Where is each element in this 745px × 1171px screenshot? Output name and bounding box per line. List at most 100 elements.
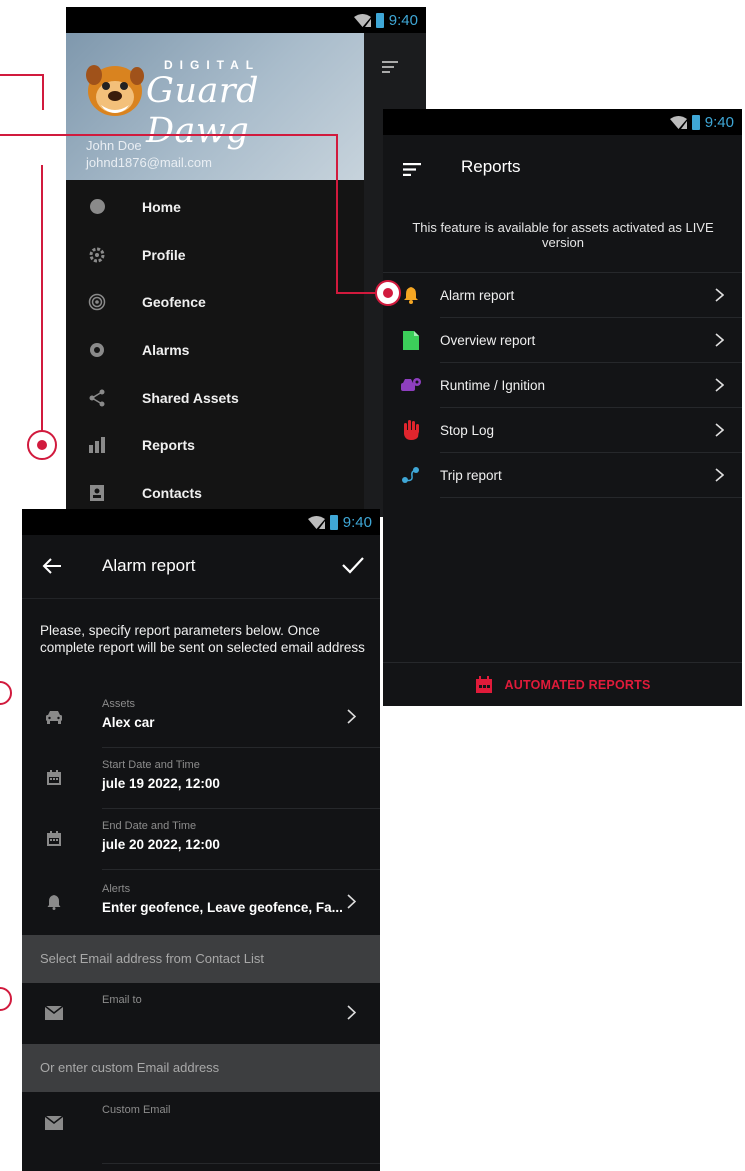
chevron-right-icon xyxy=(715,378,724,392)
chevron-right-icon xyxy=(715,288,724,302)
chevron-right-icon xyxy=(347,709,356,724)
bell-icon xyxy=(44,892,64,912)
report-item-runtime[interactable]: Runtime / Ignition xyxy=(401,363,742,408)
custom-email-label: Custom Email xyxy=(102,1104,171,1116)
check-icon[interactable] xyxy=(342,556,364,574)
alarm-icon xyxy=(86,339,108,361)
status-time: 9:40 xyxy=(388,11,418,29)
report-item-label: Alarm report xyxy=(440,287,515,303)
car-icon xyxy=(44,707,64,727)
divider xyxy=(102,869,380,870)
callout-line xyxy=(0,134,338,136)
chevron-right-icon xyxy=(347,894,356,909)
start-datetime-value: jule 19 2022, 12:00 xyxy=(102,776,220,791)
geofence-icon xyxy=(86,291,108,313)
callout-line xyxy=(41,165,43,431)
drawer-item-geofence[interactable]: Geofence xyxy=(66,278,364,326)
report-item-stop-log[interactable]: Stop Log xyxy=(404,408,742,453)
assets-field[interactable]: Assets Alex car xyxy=(22,687,380,748)
menu-icon[interactable] xyxy=(382,61,398,73)
logo-big-text: Guard Dawg xyxy=(146,71,260,151)
home-icon xyxy=(86,196,108,218)
status-bar: 9:40 xyxy=(22,509,380,535)
chevron-right-icon xyxy=(715,423,724,437)
callout-marker xyxy=(0,681,12,705)
contacts-icon xyxy=(86,482,108,504)
end-datetime-label: End Date and Time xyxy=(102,820,197,832)
drawer-item-alarms[interactable]: Alarms xyxy=(66,326,364,374)
drawer-item-label: Contacts xyxy=(142,484,202,501)
drawer-item-reports[interactable]: Reports xyxy=(66,421,364,469)
gear-icon xyxy=(86,244,108,266)
email-to-field[interactable]: Email to xyxy=(22,983,380,1044)
drawer-item-label: Shared Assets xyxy=(142,389,239,406)
alerts-field[interactable]: Alerts Enter geofence, Leave geofence, F… xyxy=(22,872,380,933)
drawer-item-label: Profile xyxy=(142,246,186,263)
drawer-item-profile[interactable]: Profile xyxy=(66,231,364,279)
live-version-notice: This feature is available for assets act… xyxy=(412,220,714,250)
document-icon xyxy=(400,329,422,351)
custom-email-field[interactable]: Custom Email xyxy=(22,1093,380,1164)
drawer-item-label: Alarms xyxy=(142,341,190,358)
alerts-value: Enter geofence, Leave geofence, Fa... xyxy=(102,900,343,915)
user-name: John Doe xyxy=(86,138,142,153)
page-title: Alarm report xyxy=(102,556,196,575)
report-item-overview[interactable]: Overview report xyxy=(403,318,742,363)
battery-icon xyxy=(375,12,384,28)
calendar-icon xyxy=(44,829,64,849)
status-bar: 9:40 xyxy=(383,109,742,135)
menu-icon[interactable] xyxy=(403,163,421,176)
report-item-label: Overview report xyxy=(440,332,536,348)
user-email: johnd1876@mail.com xyxy=(86,155,212,170)
mail-icon xyxy=(44,1003,64,1023)
battery-icon xyxy=(691,114,700,130)
hand-stop-icon xyxy=(400,419,422,441)
back-arrow-icon[interactable] xyxy=(42,557,62,575)
callout-line xyxy=(336,292,376,294)
callout-line xyxy=(0,74,44,76)
drawer-item-label: Geofence xyxy=(142,294,206,311)
app-logo: DIGITAL Guard Dawg xyxy=(84,55,354,151)
callout-marker xyxy=(27,430,57,460)
report-item-label: Trip report xyxy=(440,467,502,483)
email-to-label: Email to xyxy=(102,994,142,1006)
drawer-header: DIGITAL Guard Dawg John Doe johnd1876@ma… xyxy=(66,33,364,180)
bulldog-logo-icon xyxy=(86,65,144,116)
callout-line xyxy=(42,74,44,110)
assets-label: Assets xyxy=(102,698,136,710)
chevron-right-icon xyxy=(347,1005,356,1020)
report-item-trip[interactable]: Trip report xyxy=(402,453,742,498)
automated-reports-button[interactable]: AUTOMATED REPORTS xyxy=(383,662,742,706)
end-datetime-field[interactable]: End Date and Time jule 20 2022, 12:00 xyxy=(22,809,380,870)
battery-icon xyxy=(329,514,338,530)
drawer-item-shared-assets[interactable]: Shared Assets xyxy=(66,374,364,422)
wifi-signal-icon xyxy=(669,115,687,129)
route-icon xyxy=(400,464,422,486)
status-bar: 9:40 xyxy=(66,7,426,33)
app-bar: Alarm report xyxy=(22,535,380,599)
callout-line xyxy=(336,134,338,294)
custom-email-section-header: Or enter custom Email address xyxy=(22,1044,380,1092)
alarm-report-screen: 9:40 Alarm report Please, specify report… xyxy=(22,509,380,1171)
logo-small-text: DIGITAL xyxy=(164,58,261,72)
start-datetime-label: Start Date and Time xyxy=(102,759,200,771)
section-header-text: Select Email address from Contact List xyxy=(40,951,264,966)
callout-marker xyxy=(375,280,401,306)
share-icon xyxy=(86,387,108,409)
drawer-item-home[interactable]: Home xyxy=(66,183,364,231)
report-item-alarm[interactable]: Alarm report xyxy=(404,273,742,318)
status-time: 9:40 xyxy=(342,513,372,531)
start-datetime-field[interactable]: Start Date and Time jule 19 2022, 12:00 xyxy=(22,748,380,809)
chevron-right-icon xyxy=(715,468,724,482)
callout-marker xyxy=(0,987,12,1011)
instructions-text: Please, specify report parameters below.… xyxy=(40,623,365,655)
report-item-label: Runtime / Ignition xyxy=(440,377,546,393)
drawer-item-label: Reports xyxy=(142,437,195,454)
navigation-drawer-screen: 9:40 DIGITAL Guard Dawg John Doe johnd18… xyxy=(66,7,426,517)
assets-value: Alex car xyxy=(102,715,155,730)
wifi-signal-icon xyxy=(307,515,325,529)
drawer-item-label: Home xyxy=(142,198,181,215)
bar-chart-icon xyxy=(86,434,108,456)
drawer-menu: Home Profile Geofence Alarms Shared Asse… xyxy=(66,183,364,517)
calendar-icon xyxy=(44,768,64,788)
